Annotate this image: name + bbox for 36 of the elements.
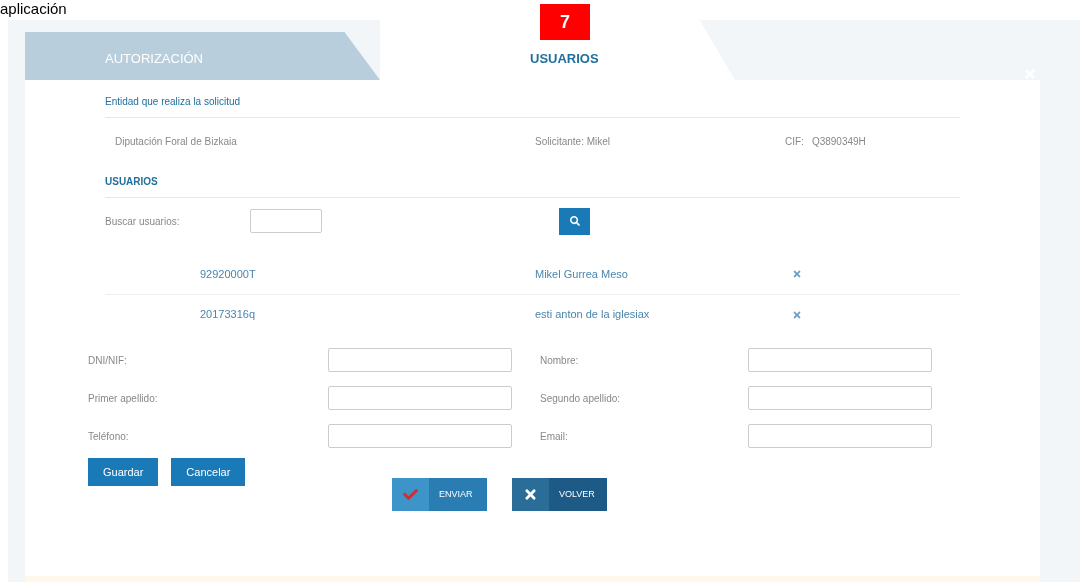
form-button[interactable]: Guardar: [88, 458, 159, 486]
entity-name: Diputación Foral de Bizkaia: [115, 134, 238, 149]
requester-label: Solicitante: Mikel: [535, 134, 612, 149]
close-icon: [523, 487, 538, 502]
search-icon: [569, 216, 580, 226]
input-field[interactable]: [748, 386, 932, 410]
user-id: 20173316q: [199, 307, 257, 323]
back-button[interactable]: VOLVER: [512, 478, 607, 511]
cif-value: Q3890349H: [811, 134, 866, 149]
cif-label: CIF:: [785, 134, 804, 149]
check-icon: [403, 487, 418, 502]
user-name: esti anton de la iglesiax: [535, 307, 651, 323]
input-field[interactable]: [328, 386, 512, 410]
section-heading: Entidad que realiza la solicitud: [105, 94, 960, 118]
caption: aplicación: [0, 0, 67, 18]
remove-icon[interactable]: [792, 309, 802, 320]
field-label: Nombre:: [539, 353, 580, 368]
field-label: Primer apellido:: [88, 391, 159, 406]
annotation-badge: 7: [540, 4, 590, 40]
input-field[interactable]: [748, 348, 932, 372]
field-label: Teléfono:: [88, 429, 130, 444]
field-label: Email:: [539, 429, 569, 444]
search-label: Buscar usuarios:: [105, 214, 181, 229]
input-field[interactable]: [328, 424, 512, 448]
input-field[interactable]: [748, 424, 932, 448]
user-name: Mikel Gurrea Meso: [535, 266, 629, 282]
input-field[interactable]: [328, 348, 512, 372]
search-field[interactable]: [250, 209, 322, 233]
field-label: Segundo apellido:: [539, 391, 622, 406]
field-label: DNI/NIF:: [88, 353, 128, 368]
user-id: 92920000T: [199, 266, 257, 282]
search-button[interactable]: [559, 207, 590, 235]
remove-icon[interactable]: [792, 269, 802, 279]
send-button[interactable]: ENVIAR: [392, 478, 487, 511]
section-heading: USUARIOS: [105, 174, 960, 198]
form-button[interactable]: Cancelar: [171, 458, 246, 486]
